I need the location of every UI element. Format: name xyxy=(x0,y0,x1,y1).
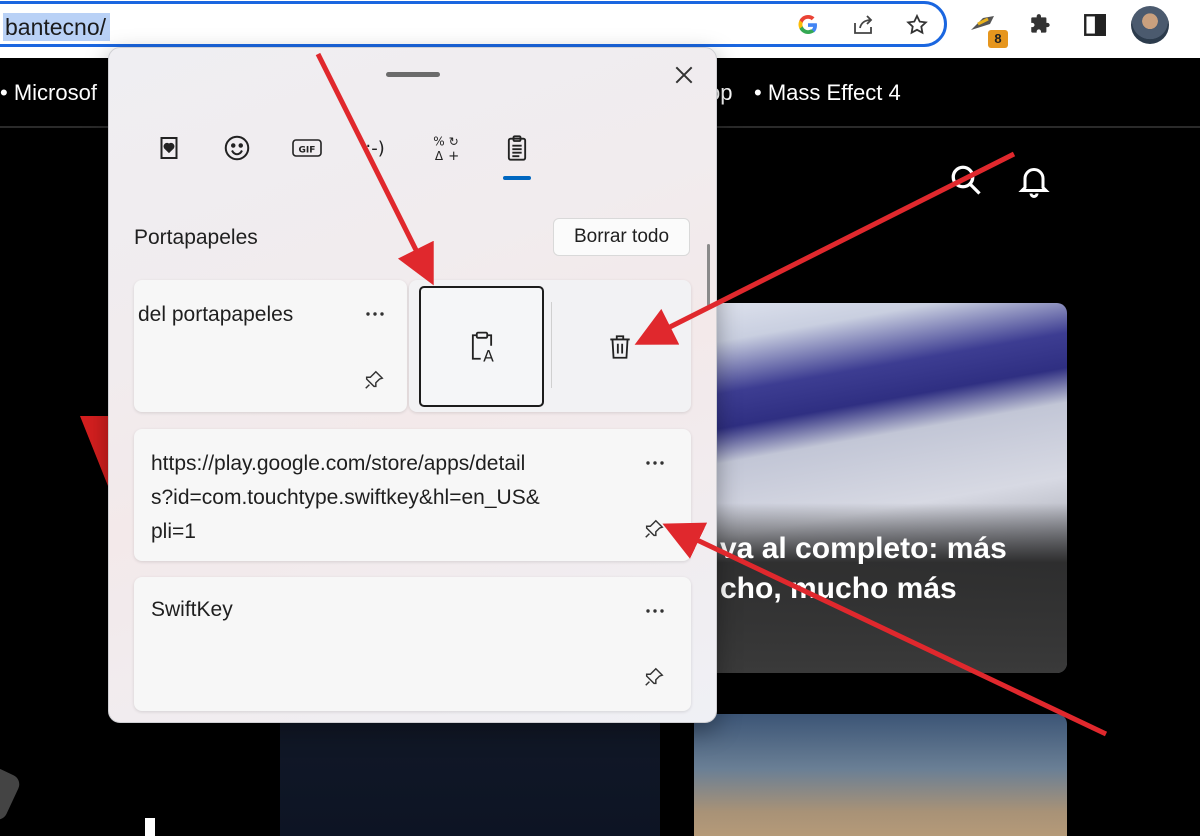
decorative-shape xyxy=(0,765,23,823)
puzzle-icon[interactable] xyxy=(1026,10,1056,40)
section-title: Portapapeles xyxy=(134,226,258,249)
article-title-line: cho, mucho más xyxy=(720,572,957,605)
divider xyxy=(551,302,552,388)
symbols-icon[interactable]: % ↻ Δ + xyxy=(427,128,467,168)
pin-icon[interactable] xyxy=(360,366,388,394)
article-hero-image[interactable]: va al completo: más cho, mucho más xyxy=(690,303,1067,673)
svg-text:↻: ↻ xyxy=(449,134,459,148)
clipboard-item-text-line: https://play.google.com/store/apps/detai… xyxy=(151,452,526,475)
clipboard-item-text: SwiftKey xyxy=(151,598,233,621)
pin-icon[interactable] xyxy=(640,663,668,691)
svg-text:%: % xyxy=(433,134,444,148)
kaomoji-icon[interactable]: ;-) xyxy=(355,128,395,168)
profile-avatar[interactable] xyxy=(1131,6,1169,44)
clipboard-item-text-line: s?id=com.touchtype.swiftkey&hl=en_US& xyxy=(151,486,540,509)
google-g-icon[interactable] xyxy=(795,12,821,38)
svg-text:A: A xyxy=(483,346,494,364)
active-tab-indicator xyxy=(503,176,531,180)
clipboard-icon[interactable] xyxy=(497,128,537,168)
side-panel-icon[interactable] xyxy=(1080,10,1110,40)
star-icon[interactable] xyxy=(904,12,930,38)
bell-icon[interactable] xyxy=(1014,160,1054,200)
clear-all-button[interactable]: Borrar todo xyxy=(553,218,690,256)
clipboard-item-actions: A xyxy=(409,280,691,412)
favorites-icon[interactable] xyxy=(149,128,189,168)
article-image[interactable] xyxy=(694,714,1067,836)
svg-text:GIF: GIF xyxy=(299,146,316,156)
svg-text:;-): ;-) xyxy=(365,138,385,159)
clipboard-item[interactable]: del portapapeles xyxy=(134,280,407,412)
paste-as-text-button[interactable]: A xyxy=(419,286,544,407)
clipboard-item-text: del portapapeles xyxy=(138,303,294,326)
clipboard-item-text: https://play.google.com/store/apps/detai… xyxy=(151,447,621,549)
search-icon[interactable] xyxy=(946,160,986,200)
svg-text:Δ: Δ xyxy=(435,149,444,163)
clipboard-item-text-line: pli=1 xyxy=(151,520,196,543)
more-options-icon[interactable] xyxy=(360,304,390,324)
clipboard-item[interactable]: SwiftKey xyxy=(134,577,691,711)
emoji-icon[interactable] xyxy=(217,128,257,168)
scrollbar[interactable] xyxy=(707,244,710,306)
article-card[interactable] xyxy=(280,720,660,836)
gif-icon[interactable]: GIF xyxy=(287,128,327,168)
share-icon[interactable] xyxy=(850,12,876,38)
pin-icon[interactable] xyxy=(640,515,668,543)
svg-text:+: + xyxy=(448,149,459,164)
clipboard-item[interactable]: https://play.google.com/store/apps/detai… xyxy=(134,429,691,561)
bookmark-microsoft[interactable]: • Microsof xyxy=(0,80,97,106)
decorative-shape xyxy=(145,818,155,836)
delete-icon[interactable] xyxy=(595,324,645,370)
url-text[interactable]: bantecno/ xyxy=(3,13,111,41)
more-options-icon[interactable] xyxy=(640,601,670,621)
more-options-icon[interactable] xyxy=(640,453,670,473)
extension-badge: 8 xyxy=(988,30,1008,48)
decorative-shape xyxy=(80,416,110,491)
bookmark-mass-effect[interactable]: • Mass Effect 4 xyxy=(754,80,901,106)
article-title-line: va al completo: más xyxy=(720,532,1007,565)
drag-handle[interactable] xyxy=(386,72,440,77)
clipboard-history-panel: GIF ;-) % ↻ Δ + Portapapeles Borrar todo… xyxy=(108,47,717,723)
article-title[interactable]: va al completo: más cho, mucho más xyxy=(720,529,1060,609)
close-icon[interactable] xyxy=(669,60,699,90)
